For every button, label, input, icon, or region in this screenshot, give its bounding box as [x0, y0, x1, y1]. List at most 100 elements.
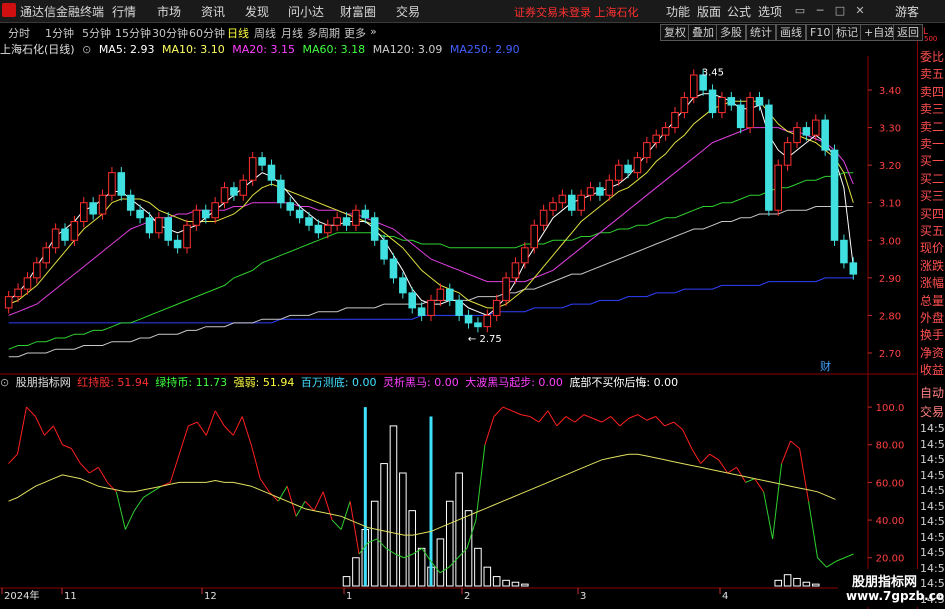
candle-body-66 [624, 164, 632, 174]
period-1min[interactable]: 1分钟 [45, 25, 74, 41]
menu-gongneng[interactable]: 功能 [666, 3, 690, 20]
ind-tick-label-0: 100.0 [876, 403, 905, 414]
menu-gongshi[interactable]: 公式 [727, 3, 751, 20]
minimize-icon[interactable]: ─ [812, 3, 828, 19]
btn-duogu[interactable]: 多股 [716, 24, 746, 41]
close-icon[interactable]: ✕ [852, 3, 868, 19]
ind-bar-43 [408, 510, 417, 587]
redgreen-seg-18 [169, 454, 180, 483]
candle-body-1 [14, 288, 22, 298]
ind-bar-55 [521, 583, 529, 587]
redgreen-seg-15 [143, 491, 153, 498]
ind-bar-54 [511, 581, 520, 587]
redgreen-seg-3 [35, 416, 45, 436]
redgreen-seg-45 [412, 547, 423, 555]
ma120-label: MA120: 3.09 [372, 43, 443, 56]
btn-f10[interactable]: F10 [806, 24, 835, 41]
redgreen-seg-0 [8, 453, 18, 464]
menu-banmian[interactable]: 版面 [697, 3, 721, 20]
candle-body-29 [277, 179, 285, 204]
btn-fuquan[interactable]: 复权 [660, 24, 690, 41]
ind-bar-50 [474, 547, 482, 587]
redgreen-seg-28 [259, 478, 270, 493]
menu-caifuquan[interactable]: 财富圈 [340, 3, 376, 20]
redgreen-seg-63 [574, 414, 585, 423]
auto-trade-label-1[interactable]: 交易 [920, 402, 945, 422]
menu-shichang[interactable]: 市场 [157, 3, 181, 20]
menu-jiaoyi[interactable]: 交易 [396, 3, 420, 20]
x-tick-label-5: 3 [580, 591, 586, 602]
redgreen-seg-38 [349, 501, 360, 555]
redgreen-seg-92 [835, 557, 845, 562]
redgreen-seg-77 [700, 453, 711, 464]
login-notice[interactable]: 证券交易未登录 上海石化 [514, 4, 639, 20]
redgreen-seg-25 [232, 416, 243, 436]
candle-body-86 [811, 119, 820, 136]
candle-body-69 [652, 134, 661, 144]
redgreen-seg-54 [493, 406, 504, 417]
period-daily[interactable]: 日线 [227, 25, 249, 41]
ma10-label: MA10: 3.10 [162, 43, 225, 56]
candle-body-10 [98, 194, 107, 215]
candle-body-84 [793, 127, 801, 144]
ind-bar-82 [774, 579, 783, 587]
redgreen-seg-56 [511, 410, 522, 416]
candle-body-45 [427, 299, 435, 316]
btn-diejia[interactable]: 叠加 [688, 24, 718, 41]
restore-icon[interactable]: ▭ [792, 3, 808, 19]
period-15min[interactable]: 15分钟 [115, 25, 151, 41]
candle-body-63 [596, 187, 604, 196]
ind-tick-label-1: 80.00 [876, 441, 905, 452]
menubar: 通达信金融终端 行情 市场 资讯 发现 问小达 财富圈 交易 证券交易未登录 上… [0, 0, 945, 23]
candle-body-12 [117, 172, 126, 196]
menu-faxian[interactable]: 发现 [245, 3, 269, 20]
candle-body-68 [643, 142, 651, 159]
redgreen-seg-61 [556, 416, 567, 427]
menu-wenxiaoda[interactable]: 问小达 [288, 3, 324, 20]
redgreen-seg-10 [97, 467, 108, 483]
chart-area[interactable]: 3.40 3.30 3.20 3.10 3.00 2.90 2.80 2.70 100.0 80.… [0, 56, 917, 609]
btn-tongji[interactable]: 统计 [746, 24, 776, 41]
more-chevron-icon[interactable]: » [370, 25, 377, 38]
redgreen-seg-35 [322, 491, 333, 521]
candle-body-38 [361, 209, 370, 219]
maximize-icon[interactable]: □ [832, 3, 848, 19]
period-60min[interactable]: 60分钟 [189, 25, 225, 41]
candle-body-77 [727, 97, 736, 106]
btn-huaxian[interactable]: 画线 [776, 24, 806, 41]
menu-hangqing[interactable]: 行情 [112, 3, 136, 20]
auto-trade-label-0[interactable]: 自动 [920, 383, 945, 403]
low-annotation: ← 2.75 [468, 334, 502, 345]
candle-body-47 [445, 288, 454, 301]
ind-bar-47 [445, 500, 454, 587]
redgreen-seg-40 [367, 538, 378, 544]
candle-body-4 [42, 247, 51, 264]
redgreen-seg-58 [529, 416, 540, 423]
period-monthly[interactable]: 月线 [281, 25, 303, 41]
period-weekly[interactable]: 周线 [254, 25, 276, 41]
period-multi[interactable]: 多周期 [307, 25, 340, 41]
candle-body-52 [492, 299, 501, 316]
redgreen-seg-65 [592, 417, 602, 423]
menu-zixun[interactable]: 资讯 [201, 3, 225, 20]
finance-badge[interactable]: 财 [820, 359, 831, 373]
guest-label[interactable]: 游客 [895, 3, 919, 20]
redgreen-seg-72 [655, 416, 666, 427]
redgreen-seg-57 [520, 414, 530, 417]
candle-body-80 [755, 97, 764, 106]
candle-body-78 [736, 104, 745, 129]
redgreen-seg-86 [781, 440, 792, 464]
stock-title[interactable]: 上海石化(日线) [0, 43, 75, 56]
candle-body-20 [192, 209, 201, 226]
period-5min[interactable]: 5分钟 [82, 25, 111, 41]
btn-biaoji[interactable]: 标记 [832, 24, 862, 41]
redgreen-seg-27 [250, 444, 261, 479]
redgreen-seg-20 [188, 421, 198, 427]
period-30min[interactable]: 30分钟 [152, 25, 188, 41]
menu-xuanxiang[interactable]: 选项 [758, 3, 782, 20]
redgreen-seg-48 [439, 566, 450, 574]
btn-back[interactable]: 返回 [893, 24, 923, 41]
period-fenshi[interactable]: 分时 [8, 25, 30, 41]
settings-icon[interactable]: ⊙ [82, 43, 91, 56]
period-more[interactable]: 更多 [344, 25, 366, 41]
